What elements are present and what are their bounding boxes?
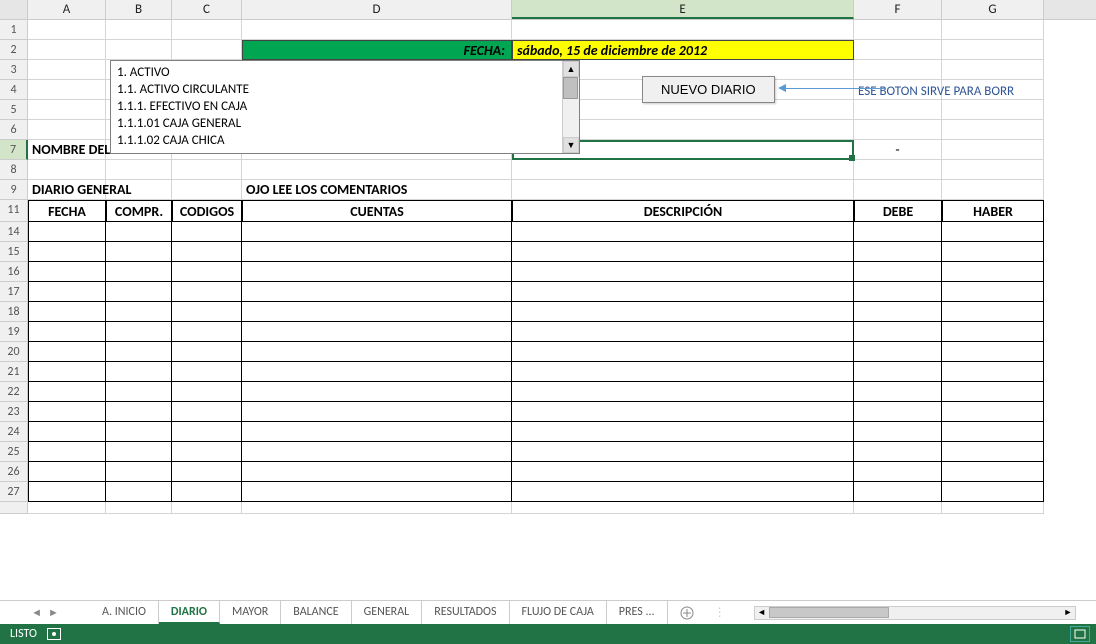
row-header-6[interactable]: 6 <box>0 120 28 140</box>
scroll-thumb[interactable] <box>563 77 578 99</box>
cell-A9-diario-general[interactable]: DIARIO GENERAL <box>28 180 106 200</box>
col-header-B[interactable]: B <box>106 0 172 19</box>
row-header-8[interactable]: 8 <box>0 160 28 180</box>
list-item[interactable]: 1.1. ACTIVO CIRCULANTE <box>117 81 556 98</box>
cell-F7-dash[interactable]: - <box>854 140 942 160</box>
scroll-up-icon[interactable]: ▲ <box>563 61 579 77</box>
cell-A1[interactable] <box>28 20 106 40</box>
tab-nav-prev-icon[interactable]: ◄ <box>31 606 42 619</box>
list-item[interactable]: 1.1.1.01 CAJA GENERAL <box>117 115 556 132</box>
sheet-tab-flujo[interactable]: FLUJO DE CAJA <box>510 601 607 624</box>
col-header-F[interactable]: F <box>854 0 942 19</box>
tbl-hdr-cuentas[interactable]: CUENTAS <box>242 200 512 222</box>
tbl-hdr-fecha[interactable]: FECHA <box>28 200 106 222</box>
row-header-5[interactable]: 5 <box>0 100 28 120</box>
cell-E2-fecha-value[interactable]: sábado, 15 de diciembre de 2012 <box>512 40 854 60</box>
row-header-17[interactable]: 17 <box>0 282 28 302</box>
hscroll-thumb[interactable] <box>769 607 889 618</box>
hscroll-left-icon[interactable]: ◄ <box>755 607 769 619</box>
sheet-tab-general[interactable]: GENERAL <box>352 601 423 624</box>
row-header-4[interactable]: 4 <box>0 80 28 100</box>
cell-D1[interactable] <box>242 20 512 40</box>
cell-C1[interactable] <box>172 20 242 40</box>
nuevo-diario-button[interactable]: NUEVO DIARIO <box>642 76 775 103</box>
row-header-11[interactable]: 11 <box>0 200 28 222</box>
col-header-D[interactable]: D <box>242 0 512 19</box>
cell-E1[interactable] <box>512 20 854 40</box>
sheet-tab-mayor[interactable]: MAYOR <box>220 601 281 624</box>
row-header-2[interactable]: 2 <box>0 40 28 60</box>
view-normal-icon[interactable] <box>1070 626 1090 642</box>
cell-A2[interactable] <box>28 40 106 60</box>
accounts-listbox[interactable]: 1. ACTIVO 1.1. ACTIVO CIRCULANTE 1.1.1. … <box>110 60 580 154</box>
row-header-14[interactable]: 14 <box>0 222 28 242</box>
row-header-18[interactable]: 18 <box>0 302 28 322</box>
row-header-16[interactable]: 16 <box>0 262 28 282</box>
list-item[interactable]: 1.1.1. EFECTIVO EN CAJA <box>117 98 556 115</box>
sheet-tab-diario[interactable]: DIARIO <box>159 601 220 624</box>
cell-F2[interactable] <box>854 40 942 60</box>
hscroll-right-icon[interactable]: ► <box>1061 607 1075 619</box>
callout-arrow-line <box>785 88 885 89</box>
tbl-hdr-descripcion[interactable]: DESCRIPCIÓN <box>512 200 854 222</box>
row-header-3[interactable]: 3 <box>0 60 28 80</box>
sheet-tab-balance[interactable]: BALANCE <box>281 601 351 624</box>
row-header-27[interactable]: 27 <box>0 482 28 502</box>
sheet-tab-pres[interactable]: PRES ... <box>607 601 668 624</box>
sheet-tab-inicio[interactable]: A. INICIO <box>90 601 159 624</box>
row-header-20[interactable]: 20 <box>0 342 28 362</box>
row-header-9[interactable]: 9 <box>0 180 28 200</box>
row-header-26[interactable]: 26 <box>0 462 28 482</box>
callout-arrow-head-icon <box>778 84 786 92</box>
horizontal-scrollbar[interactable]: ◄ ► <box>754 606 1076 620</box>
cell-B2[interactable] <box>106 40 172 60</box>
status-text: LISTO <box>10 627 37 641</box>
sheet-tab-strip: ◄ ► A. INICIO DIARIO MAYOR BALANCE GENER… <box>0 600 1096 624</box>
sheet-tab-resultados[interactable]: RESULTADOS <box>422 601 509 624</box>
cell-G1[interactable] <box>942 20 1044 40</box>
col-header-A[interactable]: A <box>28 0 106 19</box>
cell-D9-ojo-comentarios[interactable]: OJO LEE LOS COMENTARIOS <box>242 180 512 200</box>
plus-circle-icon <box>680 606 694 620</box>
cell-B1[interactable] <box>106 20 172 40</box>
list-item[interactable]: 1.1.1.02 CAJA CHICA <box>117 132 556 149</box>
row-header-22[interactable]: 22 <box>0 382 28 402</box>
tab-nav-next-icon[interactable]: ► <box>48 606 59 619</box>
tbl-hdr-haber[interactable]: HABER <box>942 200 1044 222</box>
select-all-corner[interactable] <box>0 0 28 19</box>
row-header-24[interactable]: 24 <box>0 422 28 442</box>
list-item[interactable]: 1. ACTIVO <box>117 64 556 81</box>
scroll-down-icon[interactable]: ▼ <box>563 137 579 153</box>
cell-C2[interactable] <box>172 40 242 60</box>
cell-D2-fecha-label[interactable]: FECHA: <box>242 40 512 60</box>
row-header-25[interactable]: 25 <box>0 442 28 462</box>
row-header-1[interactable]: 1 <box>0 20 28 40</box>
col-header-G[interactable]: G <box>942 0 1044 19</box>
row-header-23[interactable]: 23 <box>0 402 28 422</box>
tbl-hdr-compr[interactable]: COMPR. <box>106 200 172 222</box>
row-header-21[interactable]: 21 <box>0 362 28 382</box>
col-header-C[interactable]: C <box>172 0 242 19</box>
cell-F1[interactable] <box>854 20 942 40</box>
cell-G2[interactable] <box>942 40 1044 60</box>
add-sheet-button[interactable] <box>668 601 706 623</box>
tbl-hdr-debe[interactable]: DEBE <box>854 200 942 222</box>
row-header-19[interactable]: 19 <box>0 322 28 342</box>
tbl-hdr-codigos[interactable]: CODIGOS <box>172 200 242 222</box>
tab-nav-buttons[interactable]: ◄ ► <box>0 606 90 619</box>
row-header-15[interactable]: 15 <box>0 242 28 262</box>
row-header-7[interactable]: 7 <box>0 140 28 160</box>
col-header-E[interactable]: E <box>512 0 854 19</box>
listbox-scrollbar[interactable]: ▲ ▼ <box>562 61 579 153</box>
status-bar: LISTO <box>0 624 1096 644</box>
column-headers-row: A B C D E F G <box>0 0 1096 20</box>
cell-A7-nombre-negocio[interactable]: NOMBRE DEL NEGOCIO <box>28 140 106 160</box>
macro-record-icon[interactable] <box>47 628 61 640</box>
cell-note-text: ESE BOTON SIRVE PARA BORR <box>854 80 942 100</box>
